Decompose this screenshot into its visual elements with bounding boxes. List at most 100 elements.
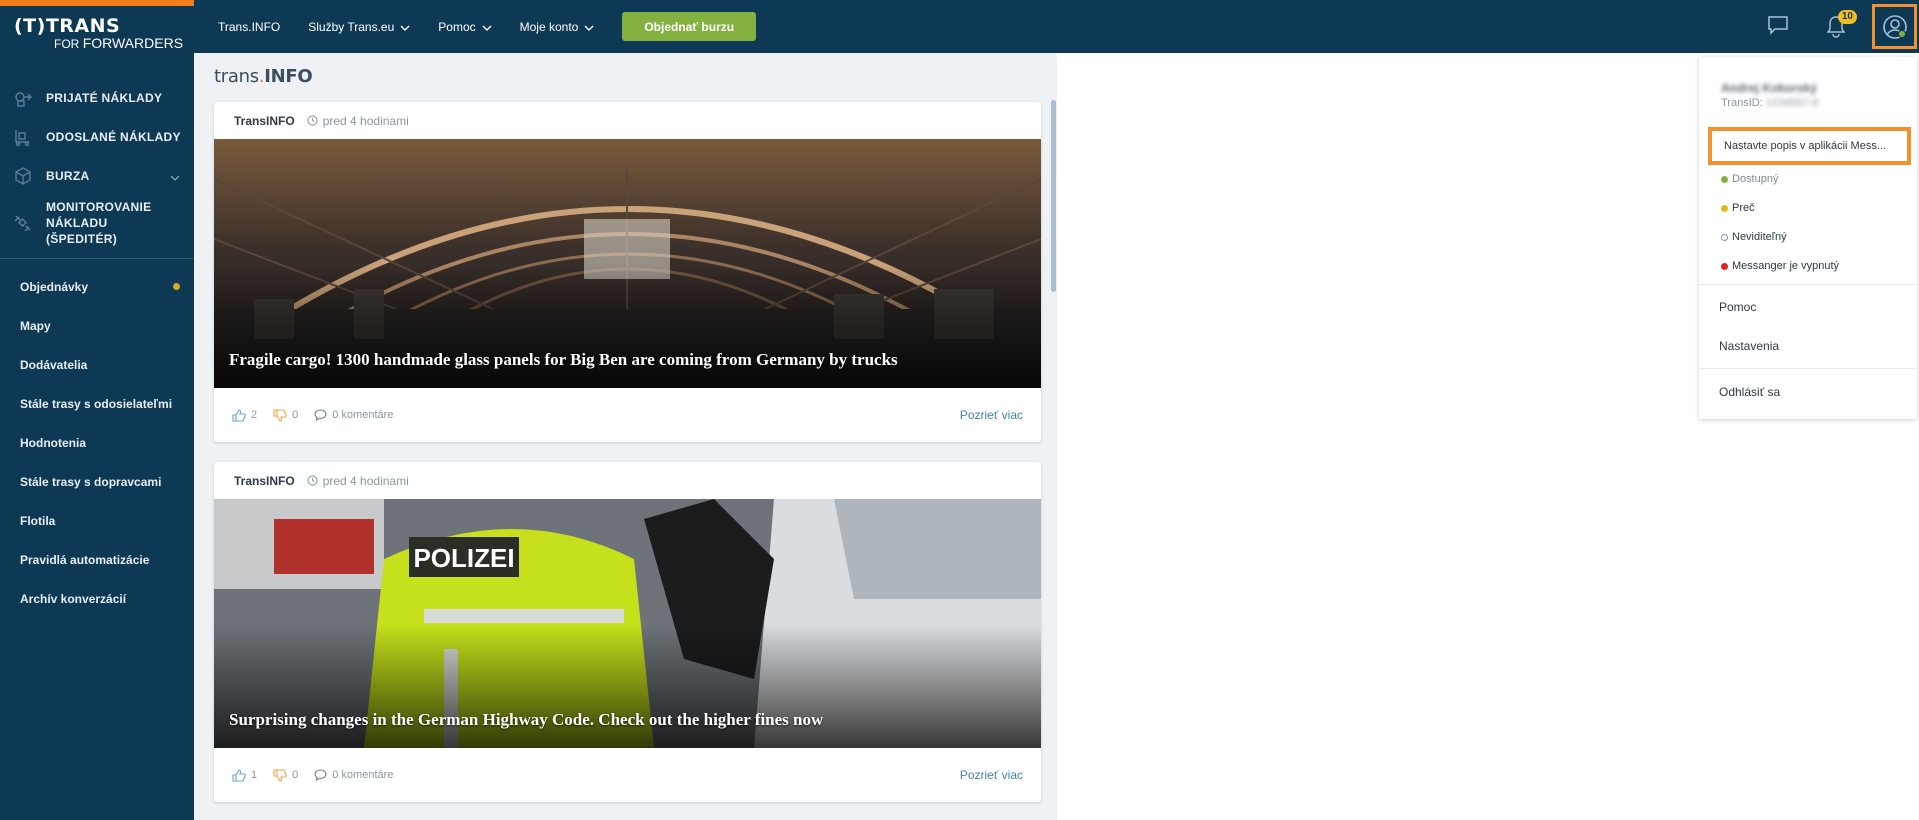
sidebar-item-received-cargo[interactable]: PRIJATÉ NÁKLADY: [0, 78, 194, 117]
nav-label: Moje konto: [519, 19, 579, 34]
comments-button[interactable]: 0 komentáre: [314, 769, 393, 781]
trans-id-label: TransID:: [1721, 97, 1763, 109]
sidebar-item-sent-cargo[interactable]: ODOSLANÉ NÁKLADY: [0, 117, 194, 156]
user-avatar-icon: [1882, 14, 1907, 39]
chat-icon[interactable]: [1767, 15, 1789, 37]
menu-item-settings[interactable]: Nastavenia: [1719, 339, 1779, 353]
sidebar-item-ratings[interactable]: Hodnotenia: [0, 423, 194, 462]
sidebar-item-label: Stále trasy s odosielateľmi: [20, 396, 173, 411]
trans-id: TransID: 1234567-8: [1721, 97, 1818, 109]
nav-help[interactable]: Pomoc: [438, 19, 492, 34]
news-card: TransINFO pred 4 hodinami POLIZEI: [214, 462, 1041, 802]
sidebar-sub-menu: Objednávky Mapy Dodávatelia Stále trasy …: [0, 267, 194, 618]
outgoing-cargo-icon: [12, 126, 34, 148]
news-title[interactable]: Surprising changes in the German Highway…: [229, 710, 1026, 730]
status-dot: [1721, 233, 1728, 241]
news-card-header: TransINFO pred 4 hodinami: [214, 462, 1041, 499]
like-count: 2: [251, 409, 258, 421]
top-bar: Trans.INFO Služby Trans.eu Pomoc Moje ko…: [194, 0, 1919, 53]
status-invisible[interactable]: Neviditeľný: [1721, 231, 1787, 243]
status-dot: [1721, 204, 1728, 212]
nav-trans-info[interactable]: Trans.INFO: [218, 20, 280, 34]
menu-item-logout[interactable]: Odhlásiť sa: [1719, 385, 1780, 399]
chevron-down-icon: [170, 170, 180, 184]
incoming-cargo-icon: [12, 87, 34, 109]
nav-label: Služby Trans.eu: [308, 19, 395, 34]
sidebar-item-suppliers[interactable]: Dodávatelia: [0, 345, 194, 384]
dislike-button[interactable]: 0: [273, 408, 299, 422]
messenger-status-description-input[interactable]: Nastavte popis v aplikácii Mess...: [1708, 127, 1911, 165]
notification-dot: [173, 283, 180, 290]
trans-id-value: 1234567-8: [1765, 97, 1819, 109]
thumbs-up-icon: [232, 768, 246, 782]
nav-label: Trans.INFO: [218, 19, 281, 34]
news-image-police[interactable]: POLIZEI Surprising changes in the German…: [214, 499, 1041, 748]
news-time-label: pred 4 hodinami: [322, 113, 409, 128]
dropdown-divider: [1699, 368, 1917, 369]
sidebar-item-cargo-monitoring[interactable]: MONITOROVANIE NÁKLADU (ŠPEDITÉR): [0, 195, 194, 251]
status-label: Preč: [1732, 202, 1755, 214]
sidebar-item-label: ODOSLANÉ NÁKLADY: [46, 129, 181, 144]
logo-main-text: (T)TRANS: [14, 15, 121, 37]
status-label: Neviditeľný: [1732, 231, 1787, 243]
news-card: TransINFO pred 4 hodinami Fragile cargo!…: [214, 102, 1041, 442]
dislike-button[interactable]: 0: [273, 768, 299, 782]
thumbs-down-icon: [273, 408, 287, 422]
news-time: pred 4 hodinami: [307, 114, 409, 128]
notification-count-badge: 10: [1837, 10, 1857, 24]
sidebar-item-fleet[interactable]: Flotila: [0, 501, 194, 540]
news-source: TransINFO: [234, 473, 295, 488]
sidebar-item-label: PRIJATÉ NÁKLADY: [46, 90, 163, 105]
user-avatar-button[interactable]: [1872, 4, 1917, 49]
thumbs-down-icon: [273, 768, 287, 782]
user-info: Andrej Kokorský TransID: 1234567-8: [1721, 81, 1818, 109]
sidebar-item-regular-routes-carriers[interactable]: Stále trasy s dopravcami: [0, 462, 194, 501]
clock-icon: [307, 475, 318, 486]
satellite-icon: [12, 212, 34, 234]
read-more-link[interactable]: Pozrieť viac: [960, 768, 1023, 782]
sidebar-item-exchange[interactable]: BURZA: [0, 156, 194, 195]
dropdown-divider: [1699, 284, 1917, 285]
status-messenger-off[interactable]: Messanger je vypnutý: [1721, 260, 1839, 272]
sidebar-item-label: Hodnotenia: [20, 435, 86, 450]
box-icon: [12, 165, 34, 187]
sidebar-item-conversation-archive[interactable]: Archív konverzácií: [0, 579, 194, 618]
sidebar-item-label: Stále trasy s dopravcami: [20, 474, 162, 489]
news-image-glass-hall[interactable]: Fragile cargo! 1300 handmade glass panel…: [214, 139, 1041, 388]
menu-item-help[interactable]: Pomoc: [1719, 300, 1756, 314]
sidebar-item-label: BURZA: [46, 168, 90, 183]
sidebar-item-maps[interactable]: Mapy: [0, 306, 194, 345]
trans-info-logo[interactable]: trans.INFO: [214, 66, 313, 87]
sidebar-item-orders[interactable]: Objednávky: [0, 267, 194, 306]
user-name: Andrej Kokorský: [1721, 81, 1818, 95]
status-away[interactable]: Preč: [1721, 202, 1755, 214]
sidebar-item-label: Pravidlá automatizácie: [20, 552, 150, 567]
logo-for: FOR: [54, 37, 80, 51]
nav-trans-eu-services[interactable]: Služby Trans.eu: [308, 20, 410, 34]
nav-my-account[interactable]: Moje konto: [520, 20, 595, 34]
news-card-footer: 2 0 0 komentáre Pozrieť viac: [214, 388, 1041, 442]
like-button[interactable]: 2: [232, 408, 258, 422]
read-more-link[interactable]: Pozrieť viac: [960, 408, 1023, 422]
sidebar-main-menu: PRIJATÉ NÁKLADY ODOSLANÉ NÁKLADY BURZA M…: [0, 78, 194, 251]
order-exchange-button[interactable]: Objednať burzu: [622, 12, 757, 41]
nav-label: Pomoc: [438, 19, 476, 34]
dislike-count: 0: [292, 769, 299, 781]
news-card-footer: 1 0 0 komentáre Pozrieť viac: [214, 748, 1041, 802]
clock-icon: [307, 115, 318, 126]
news-title[interactable]: Fragile cargo! 1300 handmade glass panel…: [229, 350, 1026, 370]
brand-prefix: trans: [214, 66, 259, 87]
like-button[interactable]: 1: [232, 768, 258, 782]
news-card-header: TransINFO pred 4 hodinami: [214, 102, 1041, 139]
comments-button[interactable]: 0 komentáre: [314, 409, 393, 421]
like-count: 1: [251, 769, 258, 781]
comment-count: 0 komentáre: [332, 769, 394, 781]
dislike-count: 0: [292, 409, 299, 421]
sidebar-item-regular-routes-shippers[interactable]: Stále trasy s odosielateľmi: [0, 384, 194, 423]
brand-suffix: INFO: [264, 66, 313, 87]
feed-scrollbar[interactable]: [1051, 100, 1056, 292]
sidebar-item-automation-rules[interactable]: Pravidlá automatizácie: [0, 540, 194, 579]
trans-for-forwarders-logo[interactable]: (T)TRANS FOR FORWARDERS: [14, 16, 184, 54]
sidebar-accent-bar: [0, 0, 194, 6]
status-available[interactable]: Dostupný: [1721, 173, 1778, 185]
